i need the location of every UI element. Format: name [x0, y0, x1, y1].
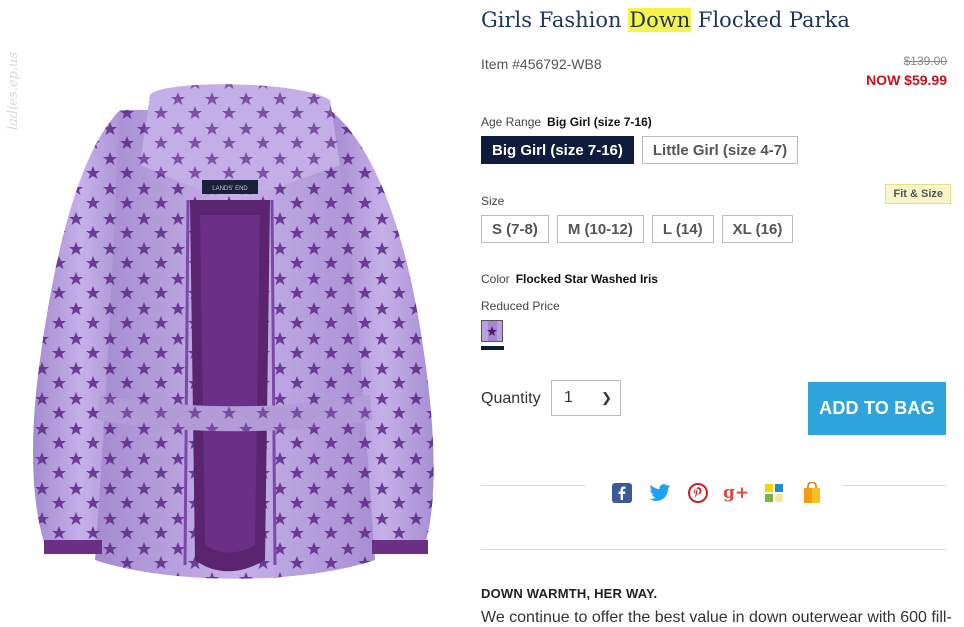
social-share-bar: g+ [611, 482, 823, 504]
product-image[interactable]: ladies.ep.us LANDS' END [0, 0, 470, 625]
pinterest-icon[interactable] [687, 482, 709, 504]
quantity-label: Quantity [481, 390, 541, 407]
google-plus-icon[interactable]: g+ [723, 482, 749, 504]
size-option-xl[interactable]: XL (16) [721, 215, 794, 243]
age-range-selected: Big Girl (size 7-16) [547, 115, 652, 129]
item-number: Item #456792-WB8 [481, 56, 602, 72]
age-range-label: Age Range [481, 115, 542, 129]
color-label: Color [481, 272, 510, 286]
color-selected: Flocked Star Washed Iris [515, 272, 658, 286]
size-option-l[interactable]: L (14) [651, 215, 714, 243]
divider-description [481, 549, 947, 550]
shopping-bag-share-icon[interactable] [801, 482, 823, 504]
add-to-bag-button[interactable]: ADD TO BAG [808, 382, 946, 435]
star-swatch-icon [487, 321, 497, 341]
sale-price: NOW $59.99 [866, 72, 947, 88]
title-text-before: Girls Fashion [481, 8, 629, 32]
divider-right [843, 485, 947, 486]
watermark: ladies.ep.us [6, 51, 21, 130]
title-highlight: Down [628, 8, 692, 32]
size-options: S (7-8) M (10-12) L (14) XL (16) [481, 215, 794, 243]
title-text-after: Flocked Parka [691, 8, 850, 32]
age-range-row: Age Range Big Girl (size 7-16) [481, 115, 652, 129]
color-swatch[interactable] [481, 320, 503, 342]
facebook-icon[interactable] [611, 482, 633, 504]
quantity-value: 1 [564, 389, 573, 406]
size-option-m[interactable]: M (10-12) [556, 215, 644, 243]
reduced-price-label: Reduced Price [481, 299, 560, 313]
twitter-icon[interactable] [649, 482, 671, 504]
swatch-selected-indicator [481, 346, 504, 350]
age-option-little-girl[interactable]: Little Girl (size 4-7) [641, 136, 799, 164]
size-option-s[interactable]: S (7-8) [481, 215, 549, 243]
age-range-options: Big Girl (size 7-16) Little Girl (size 4… [481, 136, 799, 164]
color-row: Color Flocked Star Washed Iris [481, 272, 658, 286]
product-title: Girls Fashion Down Flocked Parka [481, 8, 850, 32]
tile-share-icon[interactable] [763, 482, 785, 504]
original-price: $139.00 [903, 54, 947, 68]
description-heading: DOWN WARMTH, HER WAY. [481, 586, 658, 601]
garment-label: LANDS' END [212, 186, 248, 192]
chevron-down-icon: ❯ [601, 390, 612, 405]
parka-illustration: LANDS' END [33, 84, 434, 579]
age-option-big-girl[interactable]: Big Girl (size 7-16) [481, 136, 634, 164]
divider-left [481, 485, 586, 486]
fit-size-link[interactable]: Fit & Size [885, 184, 951, 204]
size-label: Size [481, 194, 505, 208]
description-text: We continue to offer the best value in d… [481, 609, 952, 626]
quantity-select[interactable]: 1 ❯ [551, 380, 621, 416]
